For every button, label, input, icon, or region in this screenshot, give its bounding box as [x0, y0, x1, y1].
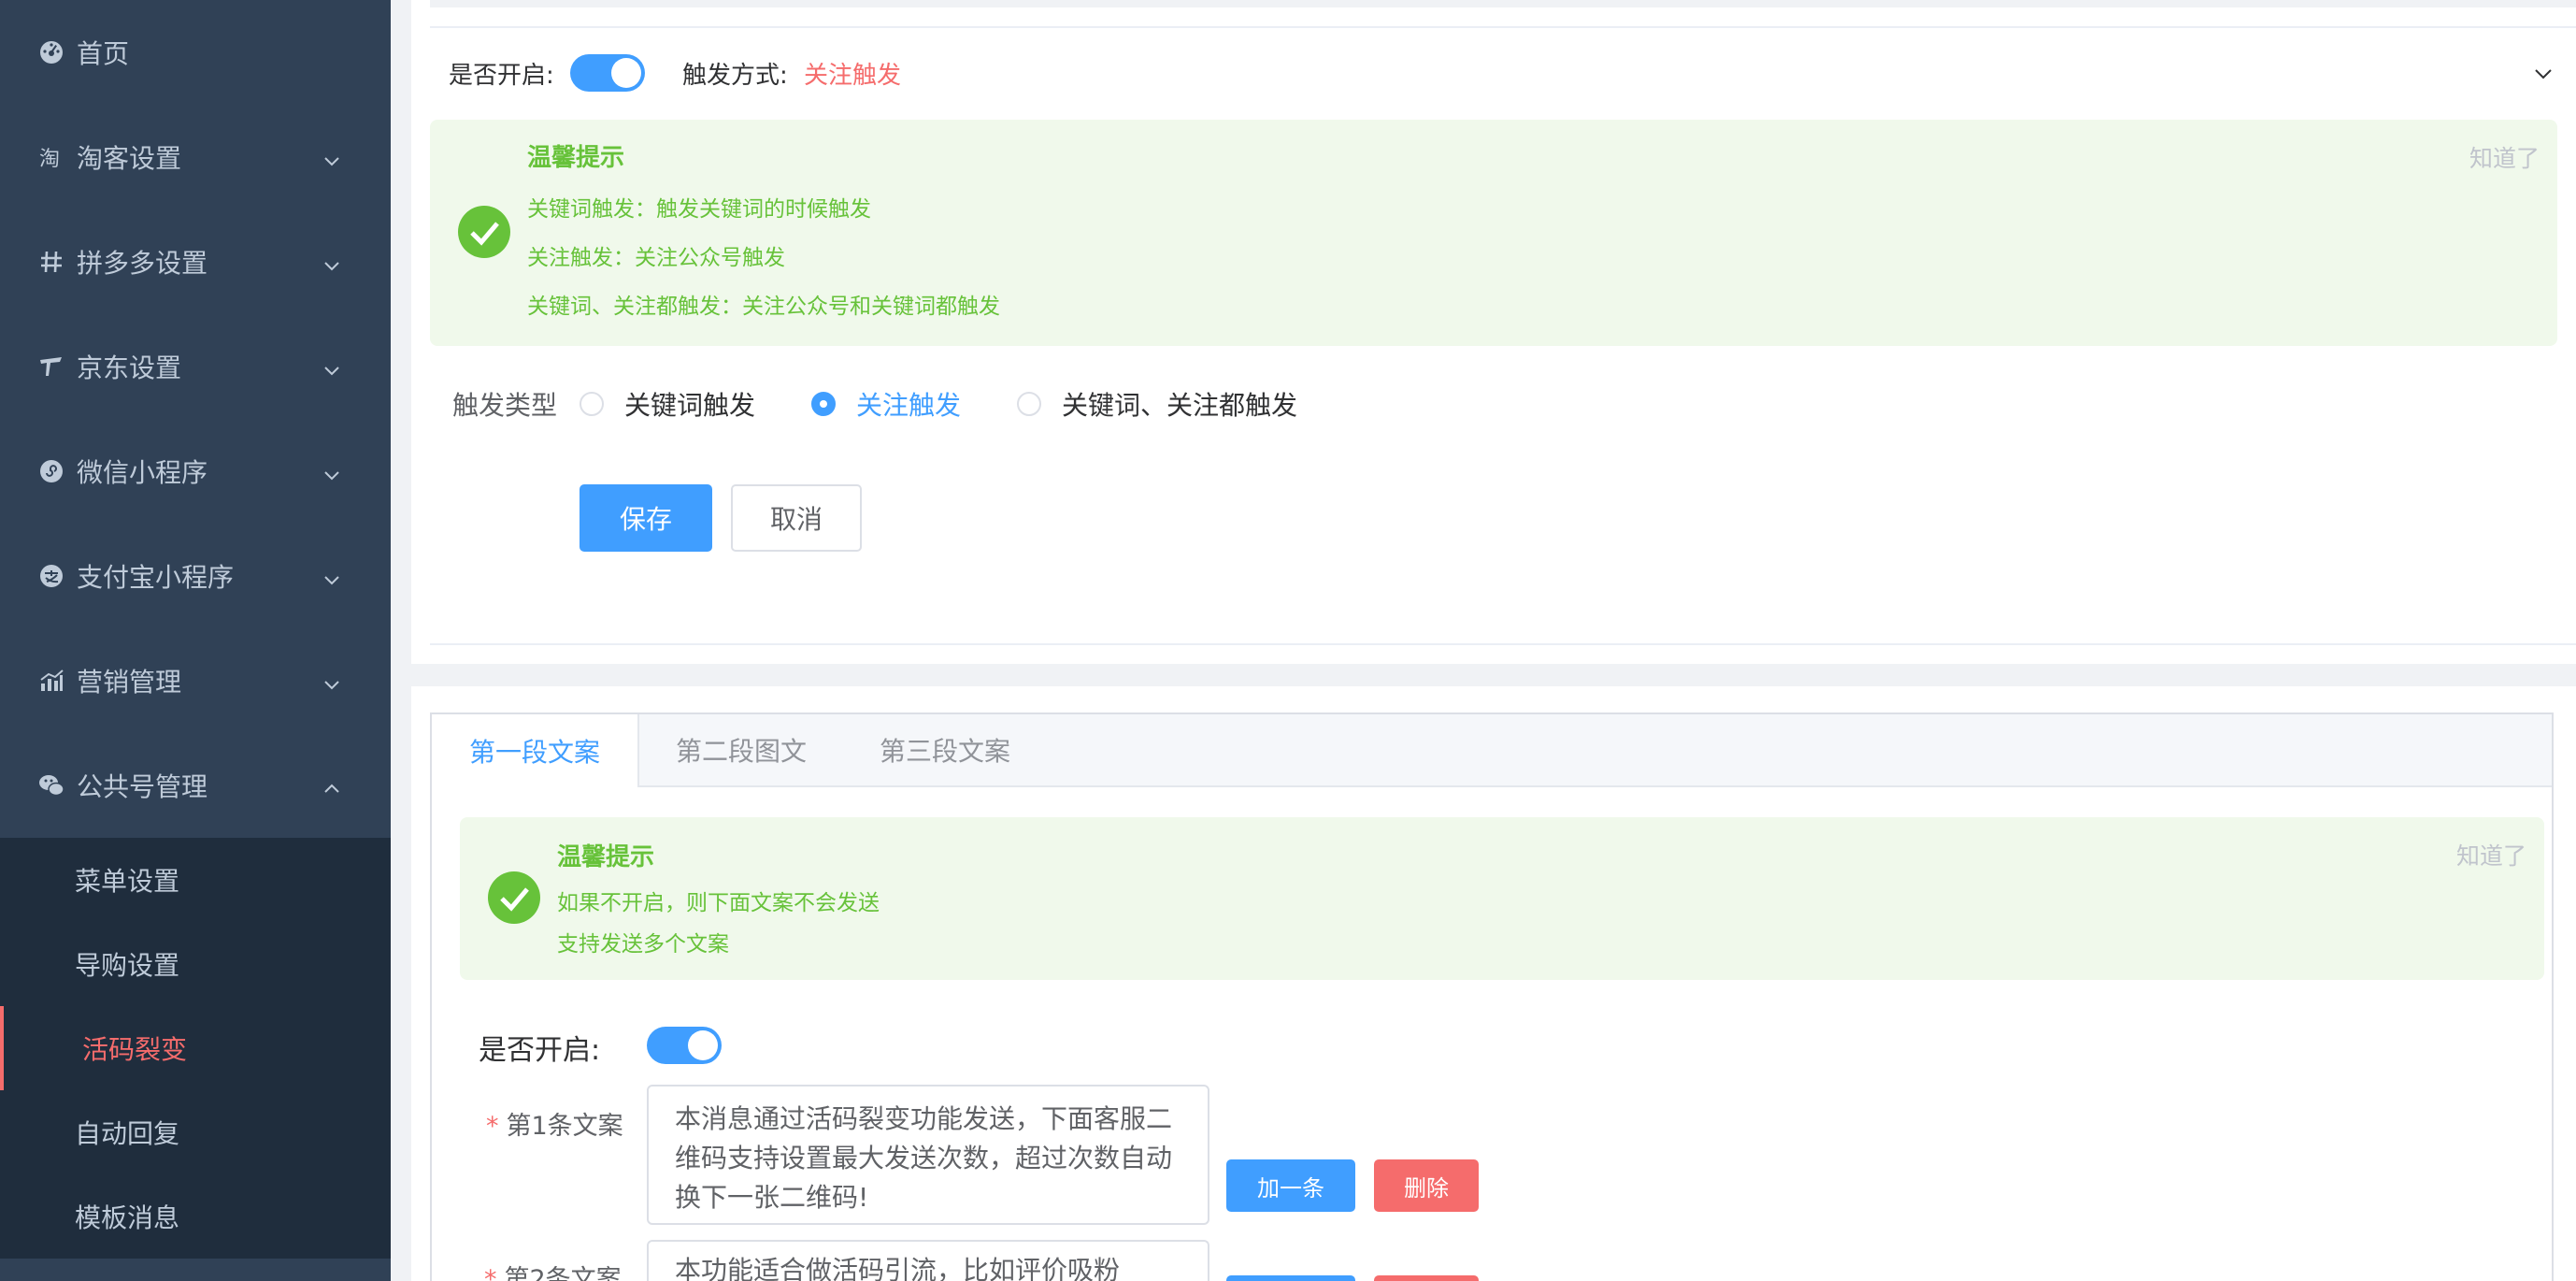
tab-first-text[interactable]: 第一段文案 [432, 714, 639, 787]
menu-label: 微信小程序 [77, 457, 208, 488]
content-enable-switch[interactable] [647, 1027, 722, 1064]
menu-item-home[interactable]: 首页 [0, 0, 391, 105]
collapse-chevron-icon[interactable] [2531, 62, 2555, 86]
alert-line: 支持发送多个文案 [557, 932, 729, 957]
collapse-header-border [430, 26, 2576, 28]
tabs-card: 第一段文案 第二段图文 第三段文案 温馨提示 如果不开启，则下面文案不会发送 支… [430, 712, 2554, 1281]
radio-label: 关键词、关注都触发 [1062, 390, 1298, 421]
delete-entry-button[interactable]: 删除 [1374, 1159, 1479, 1212]
sidebar-subitem-guide-settings[interactable]: 导购设置 [0, 922, 391, 1006]
menu-item-wechat-miniprogram[interactable]: 微信小程序 [0, 419, 391, 524]
menu-item-marketing[interactable]: 营销管理 [0, 628, 391, 733]
dashboard-icon [37, 38, 65, 66]
menu-label: 首页 [77, 38, 130, 69]
entry-2-textarea[interactable]: 本功能适合做活码引流，比如评价吸粉 [647, 1240, 1209, 1281]
entry-1-textarea[interactable]: 本消息通过活码裂变功能发送，下面客服二维码支持设置最大发送次数，超过次数自动换下… [647, 1085, 1209, 1225]
radio-both-trigger[interactable]: 关键词、关注都触发 [1017, 385, 1297, 423]
alipay-icon [37, 562, 65, 590]
tab-second-image-text[interactable]: 第二段图文 [639, 714, 843, 785]
submenu-label: 活码裂变 [82, 1034, 188, 1065]
menu-label: 公共号管理 [77, 771, 208, 802]
enable-label: 是否开启: [449, 62, 554, 90]
submenu-label: 模板消息 [75, 1202, 180, 1233]
hash-icon [37, 248, 65, 276]
switch-knob [688, 1030, 718, 1060]
menu-label: 京东设置 [77, 353, 182, 383]
chevron-down-icon [322, 670, 342, 691]
message-content-panel: 第一段文案 第二段图文 第三段文案 温馨提示 如果不开启，则下面文案不会发送 支… [411, 686, 2576, 1281]
alert-line: 关键词触发：触发关键词的时候触发 [527, 197, 871, 222]
radio-label: 关注触发 [856, 390, 962, 421]
alert-line: 关注触发：关注公众号触发 [527, 246, 785, 270]
alert-title: 温馨提示 [557, 843, 655, 871]
entry-1-label-text: 第1条文案 [506, 1112, 623, 1141]
alert-close-button[interactable]: 知道了 [2456, 838, 2526, 871]
sidebar-subitem-template-message[interactable]: 模板消息 [0, 1174, 391, 1259]
tab-third-text[interactable]: 第三段文案 [843, 714, 1047, 785]
alert-line: 如果不开启，则下面文案不会发送 [557, 891, 880, 915]
menu-item-official-account[interactable]: 公共号管理 [0, 733, 391, 838]
radio-follow-trigger[interactable]: 关注触发 [811, 385, 961, 423]
chart-icon [37, 667, 65, 695]
sidebar-subitem-menu-settings[interactable]: 菜单设置 [0, 838, 391, 922]
add-entry-button[interactable]: 加一条 [1226, 1159, 1355, 1212]
chevron-down-icon [322, 461, 342, 482]
submenu-label: 导购设置 [75, 950, 180, 981]
trigger-mode-label: 触发方式: [682, 62, 788, 90]
submenu-label: 菜单设置 [75, 866, 180, 897]
menu-item-taoke[interactable]: 淘 淘客设置 [0, 105, 391, 209]
trigger-tips-alert: 温馨提示 关键词触发：触发关键词的时候触发 关注触发：关注公众号触发 关键词、关… [430, 120, 2557, 346]
jd-icon [37, 353, 65, 381]
save-button[interactable]: 保存 [580, 484, 712, 552]
add-entry-button-2[interactable] [1226, 1275, 1355, 1281]
submenu-label: 自动回复 [75, 1118, 180, 1149]
wechat-icon [37, 771, 65, 799]
chevron-down-icon [322, 566, 342, 586]
content-enable-label: 是否开启: [479, 1034, 601, 1067]
sidebar-subitem-live-code-fission[interactable]: 活码裂变 [0, 1006, 391, 1090]
menu-label: 拼多多设置 [77, 248, 208, 279]
panel-top-divider [430, 0, 2576, 7]
menu-item-pdd[interactable]: 拼多多设置 [0, 209, 391, 314]
trigger-settings-panel: 是否开启: 触发方式: 关注触发 温馨提示 关键词触发：触发关键词的时候触发 关… [411, 0, 2576, 664]
switch-knob [611, 58, 641, 88]
alert-close-button[interactable]: 知道了 [2469, 140, 2540, 174]
panel-bottom-divider [430, 643, 2576, 645]
radio-keyword-trigger[interactable]: 关键词触发 [580, 385, 755, 423]
check-circle-icon [458, 206, 510, 258]
sidebar: 首页 淘 淘客设置 拼多多设置 京东设置 微信小程序 支付宝小程序 营销管理 公… [0, 0, 391, 1281]
menu-label: 淘客设置 [77, 143, 182, 174]
alert-title: 温馨提示 [527, 144, 625, 172]
menu-item-jd[interactable]: 京东设置 [0, 314, 391, 419]
miniprogram-icon [37, 457, 65, 485]
chevron-down-icon [322, 356, 342, 377]
svg-text:淘: 淘 [39, 148, 60, 171]
radio-circle [580, 392, 604, 416]
chevron-down-icon [322, 252, 342, 272]
content-tips-alert: 温馨提示 如果不开启，则下面文案不会发送 支持发送多个文案 知道了 [460, 817, 2544, 980]
menu-label: 支付宝小程序 [77, 562, 235, 593]
menu-item-alipay-miniprogram[interactable]: 支付宝小程序 [0, 524, 391, 628]
check-circle-icon [488, 871, 540, 924]
chevron-down-icon [322, 147, 342, 167]
enable-switch[interactable] [570, 54, 645, 92]
chevron-up-icon [322, 775, 342, 796]
trigger-type-label: 触发类型 [452, 390, 558, 421]
cancel-button[interactable]: 取消 [731, 484, 862, 552]
trigger-mode-value: 关注触发 [804, 62, 902, 90]
alert-line: 关键词、关注都触发：关注公众号和关键词都触发 [527, 295, 1000, 319]
taobao-icon: 淘 [37, 143, 65, 171]
radio-circle [1017, 392, 1041, 416]
radio-circle [811, 392, 836, 416]
entry-1-label: * 第1条文案 [486, 1105, 623, 1142]
menu-label: 营销管理 [77, 667, 182, 698]
required-asterisk: * [486, 1112, 499, 1141]
radio-label: 关键词触发 [624, 390, 756, 421]
sidebar-subitem-auto-reply[interactable]: 自动回复 [0, 1090, 391, 1174]
delete-entry-button-2[interactable] [1374, 1275, 1479, 1281]
